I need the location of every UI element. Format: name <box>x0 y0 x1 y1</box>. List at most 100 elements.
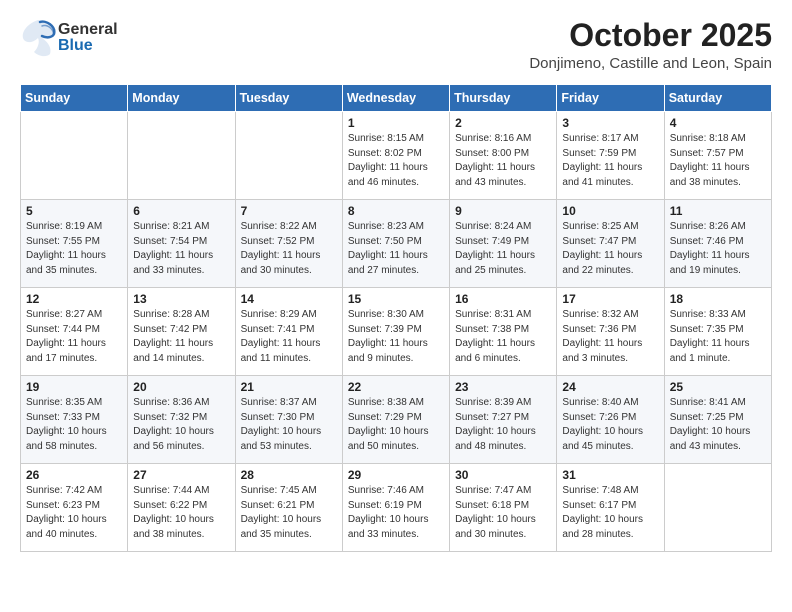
day-info: Sunrise: 8:38 AM Sunset: 7:29 PM Dayligh… <box>348 396 444 454</box>
table-row <box>128 112 235 200</box>
table-row: 27Sunrise: 7:44 AM Sunset: 6:22 PM Dayli… <box>128 464 235 552</box>
day-number: 12 <box>26 292 122 306</box>
day-number: 6 <box>133 204 229 218</box>
day-info: Sunrise: 8:15 AM Sunset: 8:02 PM Dayligh… <box>348 132 444 190</box>
table-row: 29Sunrise: 7:46 AM Sunset: 6:19 PM Dayli… <box>342 464 449 552</box>
col-monday: Monday <box>128 85 235 112</box>
day-info: Sunrise: 8:37 AM Sunset: 7:30 PM Dayligh… <box>241 396 337 454</box>
logo-text: General Blue <box>58 22 118 54</box>
table-row: 18Sunrise: 8:33 AM Sunset: 7:35 PM Dayli… <box>664 288 771 376</box>
table-row: 4 Sunrise: 8:18 AM Sunset: 7:57 PM Daylig… <box>664 112 771 200</box>
day-number: 25 <box>670 380 766 394</box>
table-row: 19 Sunrise: 8:35 AM Sunset: 7:33 PM Dayli… <box>21 376 128 464</box>
day-number: 17 <box>562 292 658 306</box>
table-row: 16 Sunrise: 8:31 AM Sunset: 7:38 PM Dayli… <box>450 288 557 376</box>
table-row: 24 Sunrise: 8:40 AM Sunset: 7:26 PM Dayli… <box>557 376 664 464</box>
day-info: Sunrise: 8:35 AM Sunset: 7:33 PM Dayligh… <box>26 396 122 454</box>
table-row: 30 Sunrise: 7:47 AM Sunset: 6:18 PM Dayli… <box>450 464 557 552</box>
day-number: 8 <box>348 204 444 218</box>
day-info: Sunrise: 8:36 AM Sunset: 7:32 PM Dayligh… <box>133 396 229 454</box>
day-number: 30 <box>455 468 551 482</box>
day-info: Sunrise: 8:31 AM Sunset: 7:38 PM Dayligh… <box>455 308 551 366</box>
day-number: 13 <box>133 292 229 306</box>
logo-general: General <box>58 22 118 38</box>
day-number: 24 <box>562 380 658 394</box>
table-row: 23Sunrise: 8:39 AM Sunset: 7:27 PM Dayli… <box>450 376 557 464</box>
table-row <box>21 112 128 200</box>
day-info: Sunrise: 8:39 AM Sunset: 7:27 PM Dayligh… <box>455 396 551 454</box>
table-row: 9 Sunrise: 8:24 AM Sunset: 7:49 PM Daylig… <box>450 200 557 288</box>
table-row: 5Sunrise: 8:19 AM Sunset: 7:55 PM Daylig… <box>21 200 128 288</box>
col-sunday: Sunday <box>21 85 128 112</box>
day-number: 15 <box>348 292 444 306</box>
day-info: Sunrise: 8:40 AM Sunset: 7:26 PM Dayligh… <box>562 396 658 454</box>
day-info: Sunrise: 7:42 AM Sunset: 6:23 PM Dayligh… <box>26 484 122 542</box>
day-number: 31 <box>562 468 658 482</box>
page-title: October 2025 <box>529 18 772 53</box>
table-row: 20 Sunrise: 8:36 AM Sunset: 7:32 PM Dayli… <box>128 376 235 464</box>
table-row: 25 Sunrise: 8:41 AM Sunset: 7:25 PM Dayli… <box>664 376 771 464</box>
day-number: 18 <box>670 292 766 306</box>
day-info: Sunrise: 8:41 AM Sunset: 7:25 PM Dayligh… <box>670 396 766 454</box>
day-number: 16 <box>455 292 551 306</box>
day-number: 9 <box>455 204 551 218</box>
day-number: 20 <box>133 380 229 394</box>
day-info: Sunrise: 8:24 AM Sunset: 7:49 PM Dayligh… <box>455 220 551 278</box>
day-info: Sunrise: 8:16 AM Sunset: 8:00 PM Dayligh… <box>455 132 551 190</box>
page-header: General Blue October 2025 Donjimeno, Cas… <box>20 18 772 72</box>
table-row: 26 Sunrise: 7:42 AM Sunset: 6:23 PM Dayli… <box>21 464 128 552</box>
table-row: 14Sunrise: 8:29 AM Sunset: 7:41 PM Dayli… <box>235 288 342 376</box>
day-number: 19 <box>26 380 122 394</box>
day-number: 1 <box>348 116 444 130</box>
day-number: 2 <box>455 116 551 130</box>
table-row: 15 Sunrise: 8:30 AM Sunset: 7:39 PM Dayli… <box>342 288 449 376</box>
day-info: Sunrise: 8:17 AM Sunset: 7:59 PM Dayligh… <box>562 132 658 190</box>
col-thursday: Thursday <box>450 85 557 112</box>
title-block: October 2025 Donjimeno, Castille and Leo… <box>529 18 772 72</box>
table-row: 2 Sunrise: 8:16 AM Sunset: 8:00 PM Daylig… <box>450 112 557 200</box>
day-info: Sunrise: 8:26 AM Sunset: 7:46 PM Dayligh… <box>670 220 766 278</box>
table-row: 3 Sunrise: 8:17 AM Sunset: 7:59 PM Daylig… <box>557 112 664 200</box>
col-wednesday: Wednesday <box>342 85 449 112</box>
day-number: 7 <box>241 204 337 218</box>
table-row: 21Sunrise: 8:37 AM Sunset: 7:30 PM Dayli… <box>235 376 342 464</box>
day-number: 27 <box>133 468 229 482</box>
day-number: 4 <box>670 116 766 130</box>
day-info: Sunrise: 8:23 AM Sunset: 7:50 PM Dayligh… <box>348 220 444 278</box>
day-info: Sunrise: 8:25 AM Sunset: 7:47 PM Dayligh… <box>562 220 658 278</box>
day-number: 3 <box>562 116 658 130</box>
calendar-table: Sunday Monday Tuesday Wednesday Thursday… <box>20 84 772 552</box>
calendar-header: Sunday Monday Tuesday Wednesday Thursday… <box>21 85 772 112</box>
day-info: Sunrise: 8:28 AM Sunset: 7:42 PM Dayligh… <box>133 308 229 366</box>
table-row: 1 Sunrise: 8:15 AM Sunset: 8:02 PM Daylig… <box>342 112 449 200</box>
day-number: 22 <box>348 380 444 394</box>
table-row: 13 Sunrise: 8:28 AM Sunset: 7:42 PM Dayli… <box>128 288 235 376</box>
col-saturday: Saturday <box>664 85 771 112</box>
day-number: 14 <box>241 292 337 306</box>
table-row: 7Sunrise: 8:22 AM Sunset: 7:52 PM Daylig… <box>235 200 342 288</box>
day-info: Sunrise: 8:21 AM Sunset: 7:54 PM Dayligh… <box>133 220 229 278</box>
table-row: 10Sunrise: 8:25 AM Sunset: 7:47 PM Dayli… <box>557 200 664 288</box>
day-info: Sunrise: 8:30 AM Sunset: 7:39 PM Dayligh… <box>348 308 444 366</box>
table-row <box>664 464 771 552</box>
calendar-body: 1 Sunrise: 8:15 AM Sunset: 8:02 PM Daylig… <box>21 112 772 552</box>
day-info: Sunrise: 8:32 AM Sunset: 7:36 PM Dayligh… <box>562 308 658 366</box>
logo-blue: Blue <box>58 38 118 54</box>
day-info: Sunrise: 7:45 AM Sunset: 6:21 PM Dayligh… <box>241 484 337 542</box>
col-tuesday: Tuesday <box>235 85 342 112</box>
page-subtitle: Donjimeno, Castille and Leon, Spain <box>529 55 772 72</box>
day-info: Sunrise: 7:46 AM Sunset: 6:19 PM Dayligh… <box>348 484 444 542</box>
day-info: Sunrise: 8:18 AM Sunset: 7:57 PM Dayligh… <box>670 132 766 190</box>
day-number: 28 <box>241 468 337 482</box>
table-row: 17 Sunrise: 8:32 AM Sunset: 7:36 PM Dayli… <box>557 288 664 376</box>
table-row: 31Sunrise: 7:48 AM Sunset: 6:17 PM Dayli… <box>557 464 664 552</box>
table-row: 8 Sunrise: 8:23 AM Sunset: 7:50 PM Daylig… <box>342 200 449 288</box>
logo: General Blue <box>20 18 118 58</box>
table-row <box>235 112 342 200</box>
table-row: 6 Sunrise: 8:21 AM Sunset: 7:54 PM Daylig… <box>128 200 235 288</box>
col-friday: Friday <box>557 85 664 112</box>
day-info: Sunrise: 8:19 AM Sunset: 7:55 PM Dayligh… <box>26 220 122 278</box>
day-info: Sunrise: 7:47 AM Sunset: 6:18 PM Dayligh… <box>455 484 551 542</box>
day-number: 11 <box>670 204 766 218</box>
day-number: 26 <box>26 468 122 482</box>
